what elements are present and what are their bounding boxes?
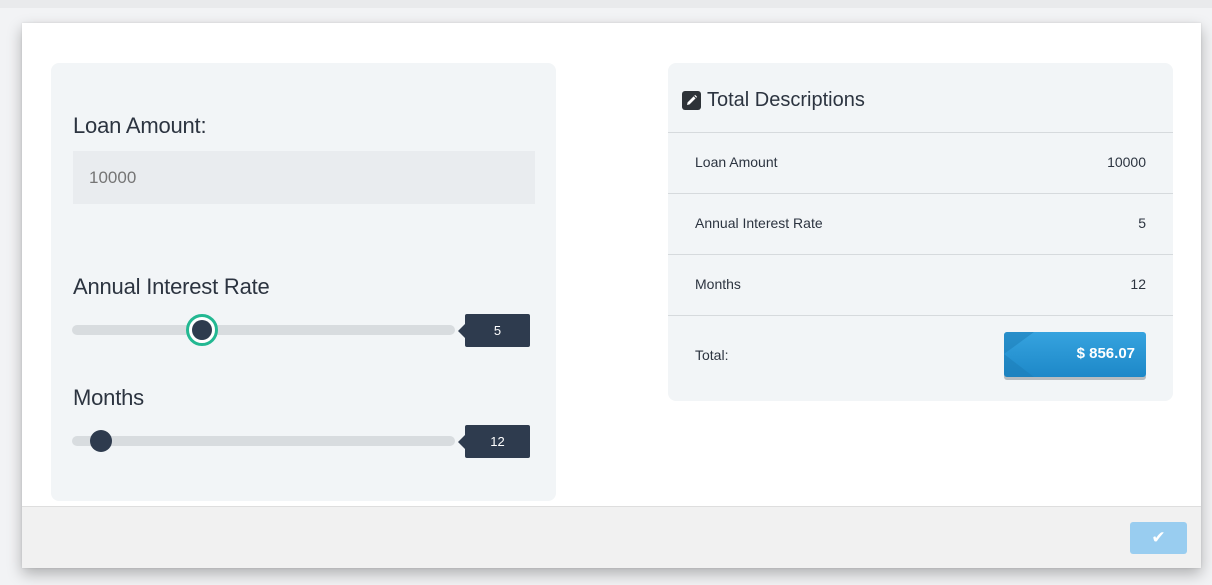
summary-row-value: 12 <box>1130 276 1146 292</box>
interest-rate-label: Annual Interest Rate <box>73 274 270 299</box>
total-label: Total: <box>695 347 729 363</box>
months-slider-thumb[interactable] <box>90 430 112 452</box>
interest-rate-value-tag: 5 <box>458 314 530 347</box>
confirm-button[interactable]: ✔ <box>1130 522 1187 554</box>
summary-row-total: Total: $ 856.07 <box>668 316 1173 399</box>
months-label: Months <box>73 385 144 410</box>
months-slider-track[interactable] <box>72 436 455 446</box>
interest-rate-slider-track[interactable] <box>72 325 455 335</box>
background-strip <box>0 0 1212 8</box>
modal-footer: ✔ <box>22 506 1201 568</box>
total-value: $ 856.07 <box>1076 345 1135 362</box>
loan-amount-input[interactable] <box>73 151 535 204</box>
summary-row-value: 5 <box>1138 215 1146 231</box>
check-icon: ✔ <box>1151 528 1166 548</box>
months-value-tag: 12 <box>458 425 530 458</box>
total-badge-notch <box>1004 332 1034 377</box>
summary-row-months: Months 12 <box>668 255 1173 316</box>
summary-row-value: 10000 <box>1107 154 1146 170</box>
interest-rate-slider-thumb[interactable] <box>186 314 218 346</box>
loan-calculator-modal: Loan Amount: Annual Interest Rate 5 Mont… <box>22 23 1201 568</box>
interest-rate-thumb-core <box>192 320 212 340</box>
loan-input-panel: Loan Amount: Annual Interest Rate 5 Mont… <box>51 63 556 501</box>
summary-row-loan-amount: Loan Amount 10000 <box>668 133 1173 194</box>
summary-row-label: Loan Amount <box>695 154 778 170</box>
total-value-badge: $ 856.07 <box>1004 332 1146 377</box>
edit-icon <box>682 91 701 110</box>
summary-row-label: Months <box>695 276 741 292</box>
summary-title: Total Descriptions <box>707 89 865 111</box>
summary-header: Total Descriptions <box>668 63 1173 133</box>
summary-row-interest-rate: Annual Interest Rate 5 <box>668 194 1173 255</box>
summary-row-label: Annual Interest Rate <box>695 215 823 231</box>
modal-body: Loan Amount: Annual Interest Rate 5 Mont… <box>22 23 1201 506</box>
summary-panel: Total Descriptions Loan Amount 10000 Ann… <box>668 63 1173 401</box>
loan-amount-label: Loan Amount: <box>73 113 207 138</box>
